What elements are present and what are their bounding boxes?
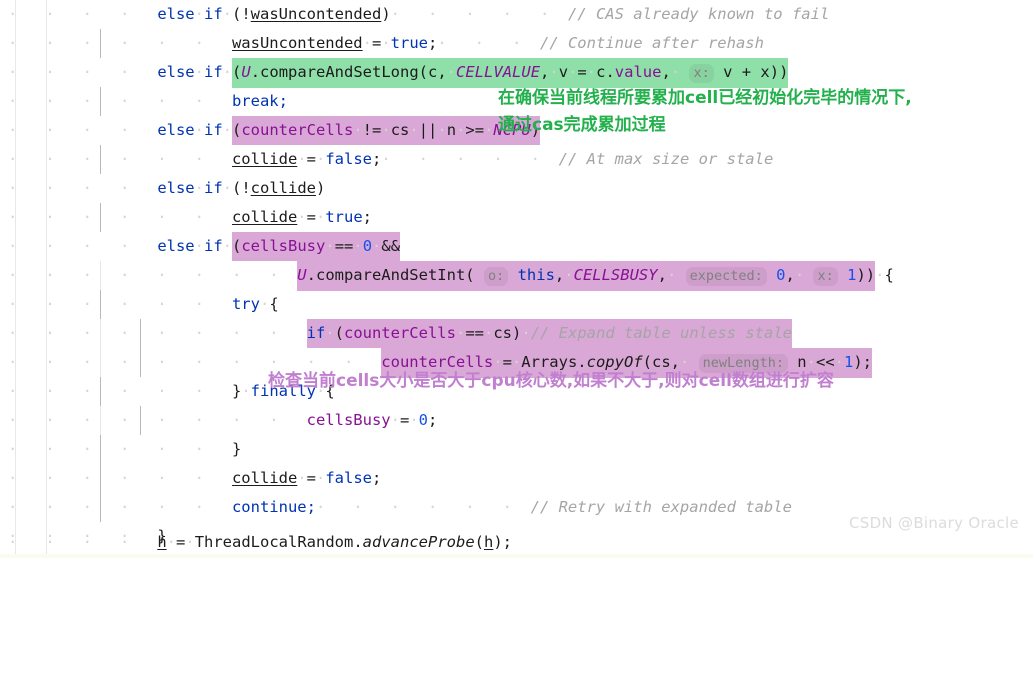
code-line: · · · · else · if · (! wasUncontended) · · · ·…	[0, 0, 1033, 29]
token-keyword-continue: continue;	[231, 498, 316, 516]
token-keyword-if: if	[203, 63, 223, 81]
param-hint-o-value: this	[517, 265, 555, 284]
token-keyword-if: if	[203, 121, 223, 139]
param-hint-x-value: v + x	[723, 62, 770, 81]
code-line: · · · · else · if · (! collide)	[0, 174, 1033, 203]
token-field-cellsbusy: cellsBusy	[241, 237, 326, 255]
token-var-wasuncontended: wasUncontended	[250, 5, 382, 23]
token-class-u: U	[241, 62, 251, 81]
code-line: · · · · · · }	[0, 435, 1033, 464]
highlight-purple-if-countercells: if·(counterCells·==·cs)·// Expand table …	[306, 319, 792, 348]
whitespace-dots: · · · ·	[8, 5, 158, 23]
highlight-purple-cellsbusy-open: (cellsBusy·==·0·&&	[232, 232, 401, 261]
token-var-collide: collide	[231, 469, 298, 487]
param-hint-x2: x:	[813, 266, 838, 286]
token-var-h: h	[157, 533, 167, 551]
highlight-green-cas: (U.compareAndSetLong(c,·CELLVALUE,·v·=·c…	[232, 57, 789, 88]
param-hint-o: o:	[483, 266, 509, 286]
token-var-cs: cs	[390, 121, 410, 139]
token-const-cellsbusy: CELLSBUSY	[573, 265, 658, 284]
token-field-value: value	[614, 62, 662, 81]
token-var-collide: collide	[250, 179, 316, 197]
token-punct: ;	[427, 34, 438, 52]
token-keyword-true: true	[390, 34, 428, 52]
code-line: · · · · · · collide · = · true;	[0, 203, 1033, 232]
token-method-advanceprobe: advanceProbe	[362, 533, 475, 551]
token-punct: )	[381, 5, 391, 23]
token-class-u: U	[297, 265, 307, 284]
token-punct: (!	[232, 5, 251, 23]
token-var-n: n	[446, 121, 457, 139]
code-editor[interactable]: · · · · else · if · (! wasUncontended) · · · ·…	[0, 0, 1033, 558]
code-line: · · · · · · collide · = · false; · · · · · //…	[0, 145, 1033, 174]
token-method-compareandsetint: compareAndSetInt	[315, 265, 466, 284]
token-keyword-else: else	[157, 5, 195, 23]
token-const-cellvalue: CELLVALUE	[456, 62, 541, 81]
param-hint-x: x:	[689, 63, 714, 83]
code-line: · · · · · · wasUncontended · = · true; · · · …	[0, 29, 1033, 58]
token-keyword-else: else	[157, 63, 195, 81]
comment-continue-after-rehash: // Continue after rehash	[539, 34, 764, 52]
token-keyword-else: else	[157, 121, 195, 139]
token-class-threadlocalrandom: ThreadLocalRandom	[194, 533, 354, 551]
bottom-strip	[0, 554, 1033, 558]
code-line: · · · · · · · · cellsBusy · = · 0;	[0, 406, 1033, 435]
comment-retry-expanded: // Retry with expanded table	[530, 498, 792, 516]
token-var-wasuncontended: wasUncontended	[231, 34, 363, 52]
token-var-cs: cs	[493, 324, 512, 342]
token-method-compareandsetlong: compareAndSetLong	[260, 62, 419, 81]
token-operator: =	[371, 34, 382, 52]
token-field-countercells: counterCells	[241, 121, 354, 139]
code-line: · · · · · · · · U.compareAndSetInt( o: t…	[0, 260, 1033, 291]
code-line: · · · · else · if · (cellsBusy·==·0·&&	[0, 232, 1033, 261]
comment-expand-table: // Expand table unless stale	[530, 324, 792, 342]
annotation-green-line1: 在确保当前线程所要累加cell已经初始化完毕的情况下,	[498, 88, 912, 108]
token-field-countercells: counterCells	[343, 324, 456, 342]
code-line: · · · · · · collide · = · false;	[0, 464, 1033, 493]
comment-cas-known-fail: // CAS already known to fail	[567, 5, 830, 23]
token-field-cellsbusy: cellsBusy	[306, 411, 391, 429]
annotation-green-line2: 通过cas完成累加过程	[498, 115, 666, 135]
token-keyword-if: if	[203, 237, 223, 255]
token-keyword-if: if	[203, 179, 223, 197]
token-keyword-else: else	[157, 179, 195, 197]
token-keyword-true: true	[325, 208, 363, 226]
token-keyword-false: false	[325, 150, 372, 168]
token-keyword-false: false	[325, 469, 372, 487]
highlight-purple-countercells-check: (counterCells·!=·cs·||·n·>=·NCPU)	[232, 116, 541, 145]
code-line: · · · · · · · · if·(counterCells·==·cs)·…	[0, 319, 1033, 348]
token-keyword-if: if	[203, 5, 223, 23]
token-var-h: h	[484, 533, 494, 551]
comment-at-max-size: // At max size or stale	[558, 150, 774, 168]
token-keyword-try: try	[231, 295, 260, 313]
code-line: · · · · else · if · (U.compareAndSetLong(c,·…	[0, 57, 1033, 88]
watermark-csdn: CSDN @Binary Oracle	[848, 514, 1019, 532]
token-keyword-break: break;	[231, 92, 288, 110]
annotation-purple-line1: 检查当前cells大小是否大于cpu核心数,如果不大于,则对cell数组进行扩容	[268, 371, 834, 391]
token-var-c: c	[428, 62, 438, 81]
token-keyword-else: else	[157, 237, 195, 255]
param-hint-expected: expected:	[685, 266, 767, 286]
highlight-purple-cas-int: U.compareAndSetInt( o: this,·CELLSBUSY,·…	[297, 260, 876, 291]
code-line: · · · · · · try ·{	[0, 290, 1033, 319]
token-var-v: v	[558, 62, 569, 81]
token-var-collide: collide	[231, 150, 298, 168]
token-keyword-if: if	[306, 324, 326, 342]
token-var-collide: collide	[231, 208, 298, 226]
